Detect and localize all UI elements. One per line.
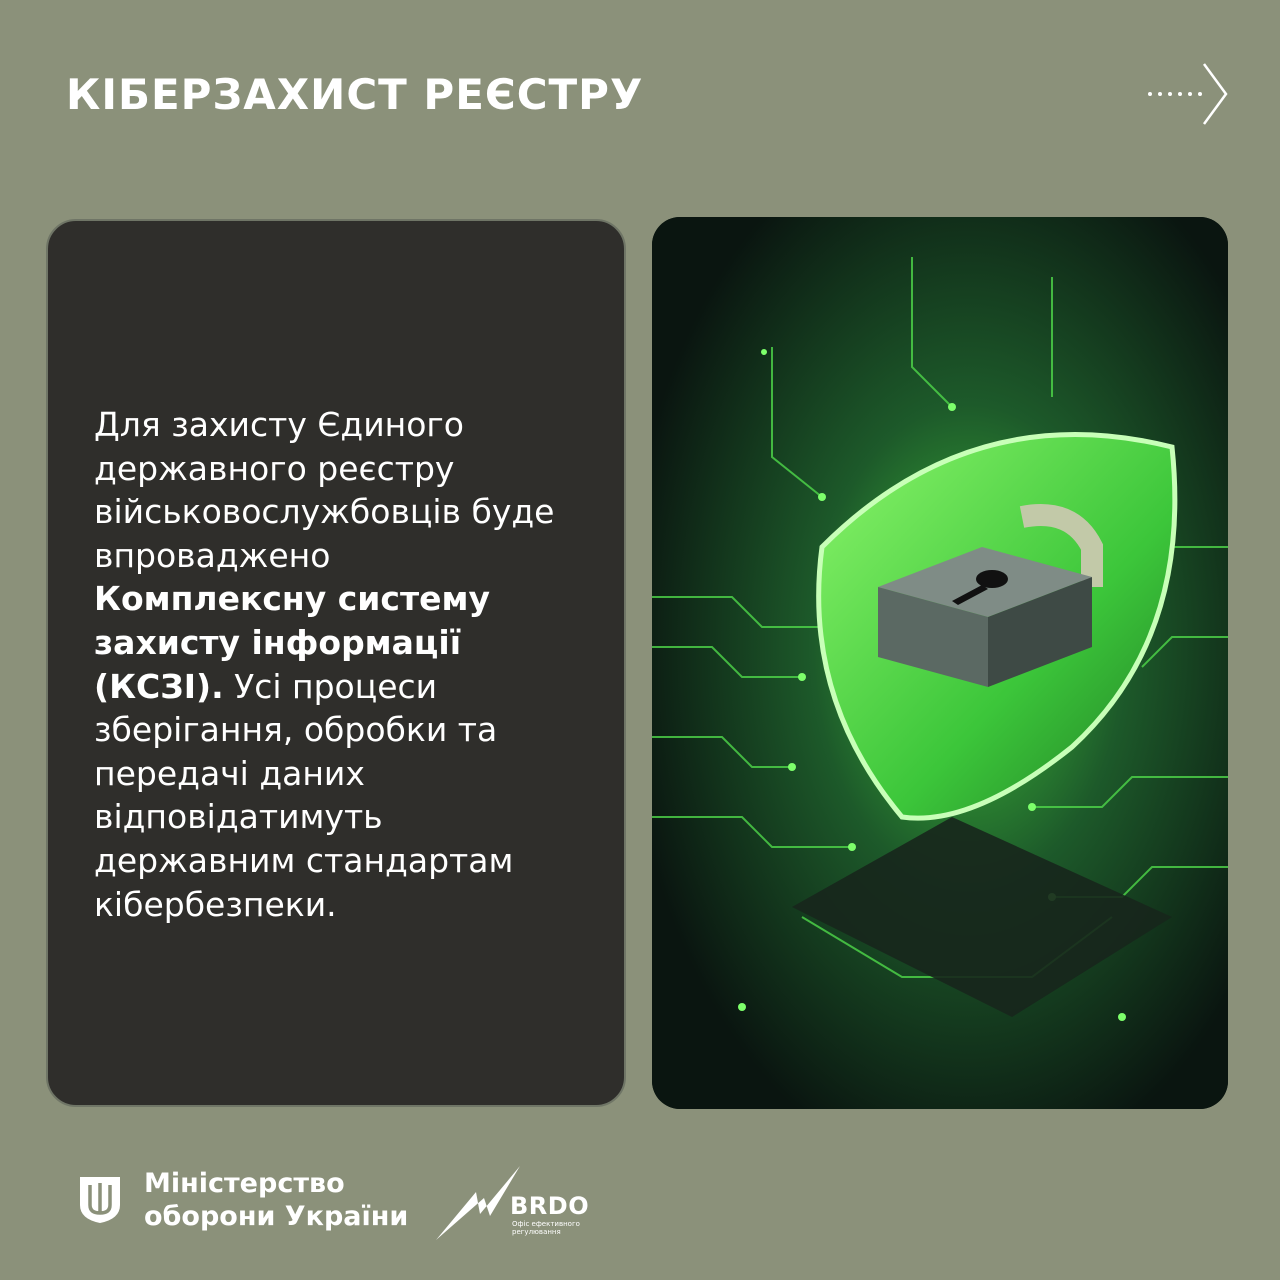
ministry-name-line1: Міністерство <box>144 1168 345 1199</box>
text-card: Для захисту Єдиного державного реєстру в… <box>46 219 626 1107</box>
body-text-intro: Для захисту Єдиного державного реєстру в… <box>94 405 555 575</box>
card-body-text: Для захисту Єдиного державного реєстру в… <box>94 403 564 926</box>
shield-padlock-image <box>652 217 1228 1109</box>
security-illustration <box>652 217 1228 1109</box>
ministry-logo: Міністерство оборони України <box>78 1168 408 1232</box>
brdo-subtitle-line1: Офіс ефективного <box>512 1220 580 1228</box>
brdo-name: BRDO <box>510 1192 590 1220</box>
trident-emblem-icon <box>80 1177 120 1223</box>
dotted-arrow-right-icon <box>1148 63 1228 125</box>
ministry-name: Міністерство оборони України <box>144 1167 408 1233</box>
brdo-subtitle-line2: регулювання <box>512 1228 561 1236</box>
next-slide-button[interactable] <box>1140 60 1232 128</box>
brdo-logo: BRDO Офіс ефективного регулювання <box>432 1164 602 1244</box>
brdo-subtitle: Офіс ефективного регулювання <box>512 1220 582 1236</box>
page-title: КІБЕРЗАХИСТ РЕЄСТРУ <box>66 70 644 119</box>
ministry-name-line2: оборони України <box>144 1201 409 1232</box>
